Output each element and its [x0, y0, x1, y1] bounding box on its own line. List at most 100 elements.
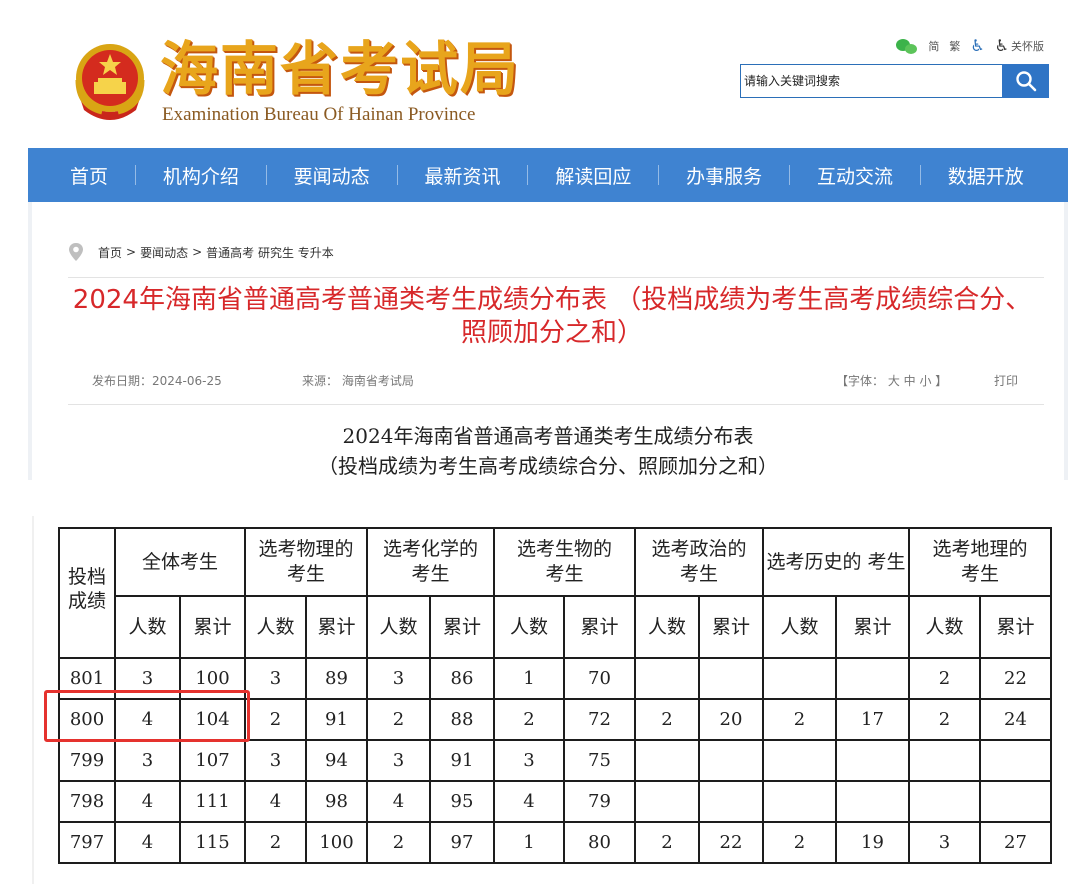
- table-caption-line1: 2024年海南省普通高考普通类考生成绩分布表: [342, 424, 754, 448]
- table-cell: 100: [179, 657, 246, 700]
- simplified-chinese-link[interactable]: 简: [928, 38, 939, 54]
- header-count: 人数: [244, 595, 307, 659]
- table-cell: [634, 657, 700, 700]
- nav-services[interactable]: 办事服务: [686, 162, 762, 189]
- score-cell: 797: [58, 821, 116, 864]
- header-cumulative: 累计: [563, 595, 636, 659]
- header-cumulative: 累计: [979, 595, 1052, 659]
- article-panel: 首页 > 要闻动态 > 普通高考 研究生 专升本 2024年海南省普通高考普通类…: [28, 202, 1068, 480]
- score-cell: 798: [58, 780, 116, 823]
- score-distribution-table: 投档成绩 全体考生 选考物理的考生 选考化学的考生 选考生物的考生 选考政治的考…: [58, 527, 1052, 864]
- header-group: 全体考生: [114, 527, 246, 597]
- nav-organization[interactable]: 机构介绍: [163, 162, 239, 189]
- table-cell: 80: [563, 821, 636, 864]
- header-count: 人数: [762, 595, 837, 659]
- header-cumulative: 累计: [835, 595, 910, 659]
- nav-interaction[interactable]: 互动交流: [817, 162, 893, 189]
- divider: [68, 277, 1044, 278]
- table-cell: 89: [305, 657, 368, 700]
- table-cell: 91: [305, 698, 368, 741]
- table-cell: 4: [493, 780, 565, 823]
- table-cell: 72: [563, 698, 636, 741]
- score-cell: 801: [58, 657, 116, 700]
- table-cell: 22: [979, 657, 1052, 700]
- nav-divider: [134, 165, 136, 185]
- table-cell: 4: [366, 780, 431, 823]
- font-size-selector[interactable]: 【字体： 大 中 小 】: [836, 372, 947, 389]
- nav-interpretation[interactable]: 解读回应: [555, 162, 631, 189]
- header-group: 选考政治的考生: [634, 527, 764, 597]
- table-cell: 20: [698, 698, 764, 741]
- national-emblem-icon: [75, 44, 145, 120]
- table-cell: [835, 739, 910, 782]
- table-cell: [698, 780, 764, 823]
- header-group: 选考生物的考生: [493, 527, 636, 597]
- nav-open-data[interactable]: 数据开放: [948, 162, 1024, 189]
- table-cell: 4: [114, 780, 181, 823]
- nav-home[interactable]: 首页: [70, 162, 108, 189]
- breadcrumb-separator: >: [126, 245, 137, 259]
- care-mode-link[interactable]: ♿ 关怀版: [995, 38, 1044, 54]
- search-icon: [1015, 71, 1036, 92]
- table-cell: 2: [908, 657, 981, 700]
- search-bar: [740, 64, 1049, 98]
- site-logo-title[interactable]: 海南省考试局: [160, 34, 520, 104]
- traditional-chinese-link[interactable]: 繁: [949, 38, 960, 54]
- header-group: 选考历史的 考生: [762, 527, 910, 597]
- table-cell: 86: [429, 657, 495, 700]
- header-count: 人数: [493, 595, 565, 659]
- table-cell: 2: [244, 698, 307, 741]
- table-cell: 2: [366, 821, 431, 864]
- table-cell: [634, 739, 700, 782]
- site-header: 海南省考试局 Examination Bureau Of Hainan Prov…: [0, 0, 1080, 148]
- table-cell: [762, 739, 837, 782]
- nav-divider: [527, 165, 529, 185]
- score-cell: 799: [58, 739, 116, 782]
- header-group-label: 选考历史的 考生: [766, 550, 906, 573]
- header-group: 选考地理的考生: [908, 527, 1052, 597]
- header-cumulative: 累计: [429, 595, 495, 659]
- table-cell: 22: [698, 821, 764, 864]
- table-cell: [908, 780, 981, 823]
- table-cell: 4: [244, 780, 307, 823]
- wechat-icon[interactable]: [896, 38, 918, 54]
- table-cell: 3: [908, 821, 981, 864]
- header-group-label: 选考生物的考生: [516, 538, 612, 585]
- header-count: 人数: [908, 595, 981, 659]
- table-cell: [908, 739, 981, 782]
- table-cell: 111: [179, 780, 246, 823]
- header-cumulative: 累计: [179, 595, 246, 659]
- table-cell: 95: [429, 780, 495, 823]
- table-cell: 98: [305, 780, 368, 823]
- header-group-label: 选考政治的考生: [651, 538, 747, 585]
- table-row: 798 4 111 4 98 4 95 4 79: [58, 780, 1052, 823]
- table-cell: 4: [114, 821, 181, 864]
- table-cell: 104: [179, 698, 246, 741]
- divider: [68, 404, 1044, 405]
- score-cell: 800: [58, 698, 116, 741]
- header-group-label: 选考化学的考生: [382, 538, 478, 585]
- nav-latest[interactable]: 最新资讯: [424, 162, 500, 189]
- breadcrumb-sub[interactable]: 普通高考 研究生 专升本: [206, 244, 334, 261]
- table-cell: 2: [762, 698, 837, 741]
- table-cell: 3: [366, 657, 431, 700]
- accessibility-icon[interactable]: ♿: [970, 38, 984, 54]
- table-cell: [698, 657, 764, 700]
- breadcrumb-home[interactable]: 首页: [98, 244, 122, 261]
- table-cell: 1: [493, 657, 565, 700]
- table-cell: 4: [114, 698, 181, 741]
- table-row: 799 3 107 3 94 3 91 3 75: [58, 739, 1052, 782]
- print-link[interactable]: 打印: [994, 372, 1018, 389]
- header-count: 人数: [366, 595, 431, 659]
- table-row: 797 4 115 2 100 2 97 1 80 2 22 2 19 3 27: [58, 821, 1052, 864]
- header-group: 选考物理的考生: [244, 527, 368, 597]
- main-nav: 首页 机构介绍 要闻动态 最新资讯 解读回应 办事服务 互动交流 数据开放: [28, 148, 1068, 202]
- table-row: 801 3 100 3 89 3 86 1 70 2 22: [58, 657, 1052, 700]
- header-group-label: 选考物理的考生: [258, 538, 354, 585]
- nav-news[interactable]: 要闻动态: [294, 162, 370, 189]
- table-cell: 2: [634, 698, 700, 741]
- breadcrumb-section[interactable]: 要闻动态: [140, 244, 188, 261]
- wheelchair-icon: ♿: [994, 36, 1009, 55]
- search-input[interactable]: [740, 64, 1002, 98]
- search-button[interactable]: [1002, 64, 1049, 98]
